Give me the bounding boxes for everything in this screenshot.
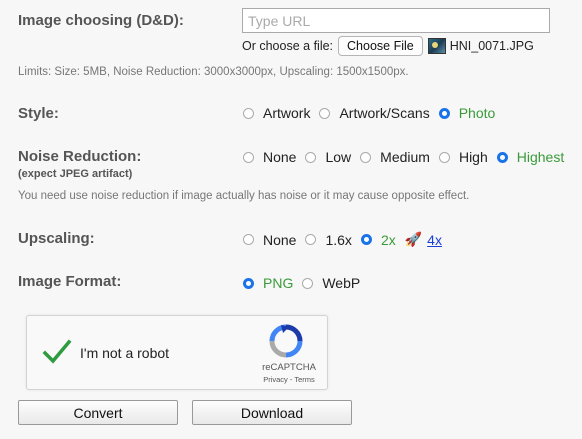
radio-photo[interactable] xyxy=(438,107,450,119)
style-option-photo[interactable]: Photo xyxy=(438,105,495,121)
noise-reduction-label: Noise Reduction: xyxy=(18,148,142,165)
noise-option-low[interactable]: Low xyxy=(305,149,351,165)
radio-artwork-scans[interactable] xyxy=(319,107,331,119)
style-option-artwork-scans[interactable]: Artwork/Scans xyxy=(319,105,430,121)
upscale-option-1-6x[interactable]: 1.6x xyxy=(305,232,352,248)
limits-note: Limits: Size: 5MB, Noise Reduction: 3000… xyxy=(18,66,409,78)
noise-option-none[interactable]: None xyxy=(243,149,296,165)
style-options: Artwork Artwork/Scans Photo xyxy=(243,105,504,121)
style-label: Style: xyxy=(18,105,59,122)
download-button[interactable]: Download xyxy=(192,400,352,425)
image-choosing-label: Image choosing (D&D): xyxy=(18,12,184,29)
upscaling-label: Upscaling: xyxy=(18,230,95,247)
noise-option-medium[interactable]: Medium xyxy=(360,149,430,165)
radio-noise-medium[interactable] xyxy=(360,151,372,163)
radio-noise-high[interactable] xyxy=(438,151,450,163)
waifu-form: Image choosing (D&D): Or choose a file: … xyxy=(0,0,582,439)
file-chooser-row: Or choose a file: Choose File HNI_0071.J… xyxy=(242,36,534,56)
noise-option-highest[interactable]: Highest xyxy=(496,149,564,165)
format-option-png[interactable]: PNG xyxy=(243,275,293,291)
choose-file-button[interactable]: Choose File xyxy=(338,36,423,56)
rocket-icon: 🚀 xyxy=(404,231,423,247)
recaptcha-widget: I'm not a robot reCAPTCHA Privacy - Term… xyxy=(26,315,328,390)
upscale-option-none[interactable]: None xyxy=(243,232,296,248)
noise-note: You need use noise reduction if image ac… xyxy=(18,190,470,202)
checkmark-icon[interactable] xyxy=(42,337,72,367)
recaptcha-logo-icon xyxy=(269,324,303,358)
image-thumbnail-icon xyxy=(427,38,446,54)
recaptcha-brand: reCAPTCHA xyxy=(262,362,316,373)
style-option-artwork[interactable]: Artwork xyxy=(243,105,310,121)
radio-upscale-none[interactable] xyxy=(243,234,254,245)
file-name: HNI_0071.JPG xyxy=(449,39,534,53)
noise-options: None Low Medium High Highest xyxy=(243,149,573,165)
noise-option-high[interactable]: High xyxy=(438,149,488,165)
radio-webp[interactable] xyxy=(302,277,314,289)
radio-upscale-2x[interactable] xyxy=(360,234,372,245)
captcha-label: I'm not a robot xyxy=(80,345,170,361)
file-prefix-label: Or choose a file: xyxy=(242,39,334,53)
format-options: PNG WebP xyxy=(243,275,369,291)
upscale-option-2x[interactable]: 2x xyxy=(360,232,396,248)
format-option-webp[interactable]: WebP xyxy=(302,275,360,291)
radio-png[interactable] xyxy=(243,277,254,289)
url-input[interactable] xyxy=(242,8,550,33)
upscale-4x-link[interactable]: 4x xyxy=(427,232,442,248)
radio-upscale-1-6x[interactable] xyxy=(305,234,317,245)
radio-artwork[interactable] xyxy=(243,107,254,119)
recaptcha-privacy-terms[interactable]: Privacy - Terms xyxy=(254,375,324,384)
image-format-label: Image Format: xyxy=(18,273,122,290)
convert-button[interactable]: Convert xyxy=(18,400,178,425)
radio-noise-none[interactable] xyxy=(243,151,254,163)
noise-reduction-sublabel: (expect JPEG artifact) xyxy=(18,168,133,180)
radio-noise-highest[interactable] xyxy=(496,151,508,163)
radio-noise-low[interactable] xyxy=(305,151,317,163)
upscaling-options: None 1.6x 2x 🚀 4x xyxy=(243,231,442,248)
